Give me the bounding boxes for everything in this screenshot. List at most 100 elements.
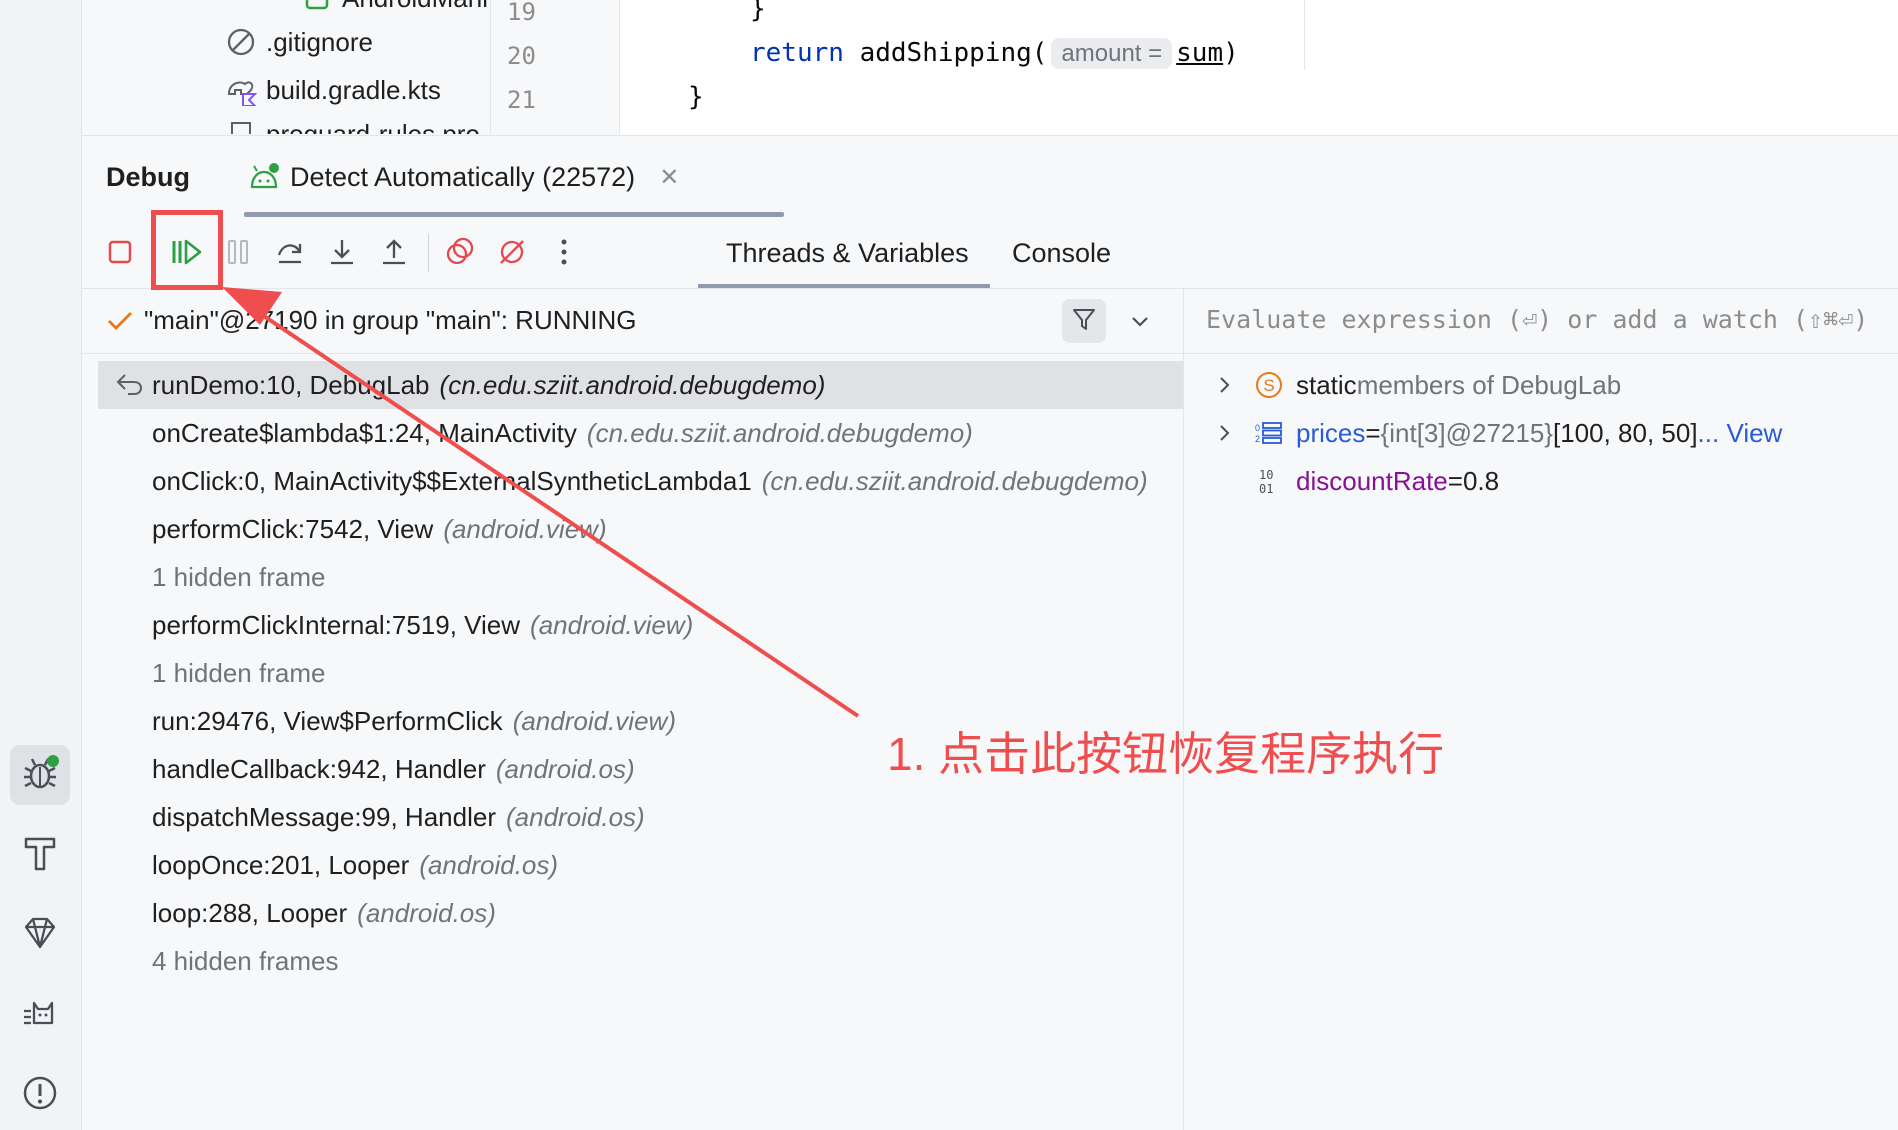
stack-frame[interactable]: runDemo:10, DebugLab (cn.edu.sziit.androi…: [98, 361, 1183, 409]
step-into-icon: [327, 237, 357, 272]
static-members-icon: S: [1252, 368, 1286, 402]
tab-threads-variables[interactable]: Threads & Variables: [726, 218, 969, 288]
frame-package: (android.view): [443, 513, 607, 544]
filter-frames-button[interactable]: [1062, 299, 1106, 343]
session-tab-label: Detect Automatically (22572): [290, 161, 636, 192]
tree-item[interactable]: build.gradle.kts: [224, 70, 441, 110]
hidden-frames-row[interactable]: 1 hidden frame: [152, 649, 325, 697]
more-options-button[interactable]: [542, 232, 586, 276]
frame-method: loopOnce:201, Looper: [152, 849, 410, 880]
frame-package: (android.view): [512, 705, 676, 736]
frame-method: run:29476, View$PerformClick: [152, 705, 503, 736]
chevron-right-icon[interactable]: [1214, 375, 1236, 395]
variable-name: prices: [1296, 417, 1366, 448]
variable-equals: =: [1365, 417, 1381, 448]
pause-icon: [225, 238, 251, 271]
variable-description: members of DebugLab: [1356, 369, 1622, 400]
thread-selector[interactable]: "main"@27190 in group "main": RUNNING: [82, 289, 1183, 354]
code-editor[interactable]: } return addShipping(amount = sum) }: [620, 0, 1898, 134]
frame-method: performClickInternal:7519, View: [152, 609, 521, 640]
tree-item[interactable]: proguard-rules.pro: [224, 114, 480, 134]
stack-frame[interactable]: dispatchMessage:99, Handler (android.os): [152, 793, 645, 841]
frame-method: loop:288, Looper: [152, 897, 348, 928]
logcat-icon: [20, 993, 60, 1038]
stack-frame[interactable]: performClickInternal:7519, View (android.…: [152, 601, 693, 649]
close-icon[interactable]: ✕: [659, 163, 679, 192]
frame-method: onCreate$lambda$1:24, MainActivity: [152, 417, 577, 448]
mute-breakpoints-button[interactable]: [490, 232, 534, 276]
stack-frame[interactable]: loopOnce:201, Looper (android.os): [152, 841, 558, 889]
frame-method: 1 hidden frame: [152, 561, 326, 592]
evaluate-expression-field[interactable]: Evaluate expression (⏎) or add a watch (…: [1184, 289, 1898, 354]
evaluate-placeholder: Evaluate expression (⏎) or add a watch (…: [1206, 305, 1869, 334]
exclamation-circle-icon: [20, 1073, 60, 1118]
logcat-toolwindow-button[interactable]: [10, 985, 70, 1045]
debug-toolbar: Threads & Variables Console: [82, 218, 1898, 289]
chevron-right-icon[interactable]: [1214, 423, 1236, 443]
ignore-file-icon: [224, 25, 258, 59]
debug-session-tab[interactable]: Detect Automatically (22572) ✕: [248, 136, 679, 218]
variable-type: {int[3]@27215}: [1380, 417, 1553, 448]
step-out-button[interactable]: [372, 232, 416, 276]
tree-item[interactable]: .gitignore: [224, 22, 373, 62]
frame-method: 1 hidden frame: [152, 657, 326, 688]
chevron-down-icon[interactable]: [1128, 309, 1152, 338]
gem-toolwindow-button[interactable]: [10, 905, 70, 965]
frame-package: (android.os): [419, 849, 559, 880]
stack-frame[interactable]: onClick:0, MainActivity$$ExternalSynthet…: [152, 457, 1148, 505]
stop-button[interactable]: [98, 232, 142, 276]
frame-package: (android.view): [530, 609, 694, 640]
stack-frame[interactable]: performClick:7542, View (android.view): [152, 505, 607, 553]
view-breakpoints-button[interactable]: [438, 232, 482, 276]
stack-frame[interactable]: onCreate$lambda$1:24, MainActivity (cn.ed…: [152, 409, 973, 457]
variable-name: static: [1296, 369, 1357, 400]
frame-package: (android.os): [495, 753, 635, 784]
stop-icon: [107, 239, 133, 270]
variable-prices[interactable]: 02 prices = {int[3]@27215} [100, 80, 50]…: [1214, 409, 1782, 457]
hammer-icon: [20, 833, 60, 878]
array-icon: 02: [1252, 416, 1286, 450]
frame-method: onClick:0, MainActivity$$ExternalSynthet…: [152, 465, 752, 496]
variable-static-members[interactable]: S static members of DebugLab: [1214, 361, 1621, 409]
stack-frame[interactable]: handleCallback:942, Handler (android.os): [152, 745, 635, 793]
hidden-frames-row[interactable]: 4 hidden frames: [152, 937, 338, 985]
tree-item-label: .gitignore: [266, 26, 373, 57]
return-keyword: return: [750, 38, 844, 68]
frame-package: (cn.edu.sziit.android.debugdemo): [439, 369, 826, 400]
hidden-frames-row[interactable]: 1 hidden frame: [152, 553, 325, 601]
toolbar-separator: [428, 234, 429, 272]
tool-window-stripe: [0, 0, 82, 1130]
build-toolwindow-button[interactable]: [10, 825, 70, 885]
tree-item[interactable]: AndroidMani: [300, 0, 488, 18]
debug-toolwindow-button[interactable]: [10, 745, 70, 805]
code-line-20: return addShipping(amount = sum): [750, 38, 1239, 69]
frame-package: (android.os): [505, 801, 645, 832]
parameter-hint: amount =: [1051, 38, 1173, 69]
step-out-icon: [379, 237, 409, 272]
annotation-text: 1. 点击此按钮恢复程序执行: [887, 728, 1445, 780]
tree-item-label: AndroidMani: [342, 0, 488, 14]
step-over-button[interactable]: [268, 232, 312, 276]
primitive-icon: 10 01: [1252, 464, 1286, 498]
svg-text:01: 01: [1259, 482, 1273, 496]
view-link[interactable]: ... View: [1698, 418, 1783, 449]
debug-title: Debug: [106, 162, 190, 192]
thread-status: "main"@27190 in group "main": RUNNING: [144, 305, 637, 335]
frame-method: runDemo:10, DebugLab: [152, 369, 430, 400]
problems-toolwindow-button[interactable]: [10, 1065, 70, 1125]
stack-frame[interactable]: loop:288, Looper (android.os): [152, 889, 496, 937]
indent-guide: [1304, 0, 1305, 70]
variable-discount-rate[interactable]: 10 01 discountRate = 0.8: [1214, 457, 1499, 505]
stack-frame[interactable]: run:29476, View$PerformClick (android.vie…: [152, 697, 676, 745]
method-call: addShipping(: [859, 38, 1048, 68]
step-into-button[interactable]: [320, 232, 364, 276]
tab-console[interactable]: Console: [1012, 218, 1111, 288]
editor-gutter: 19 20 21: [491, 0, 620, 134]
line-number: 19: [507, 0, 536, 26]
active-tab-underline: [698, 284, 990, 288]
svg-text:S: S: [1263, 376, 1274, 395]
variable-equals: =: [1447, 465, 1463, 496]
debug-toolwindow-header: Debug Detect Automatically (22572) ✕: [82, 135, 1898, 218]
variable-value: 0.8: [1462, 465, 1500, 496]
svg-text:0: 0: [1255, 423, 1260, 433]
